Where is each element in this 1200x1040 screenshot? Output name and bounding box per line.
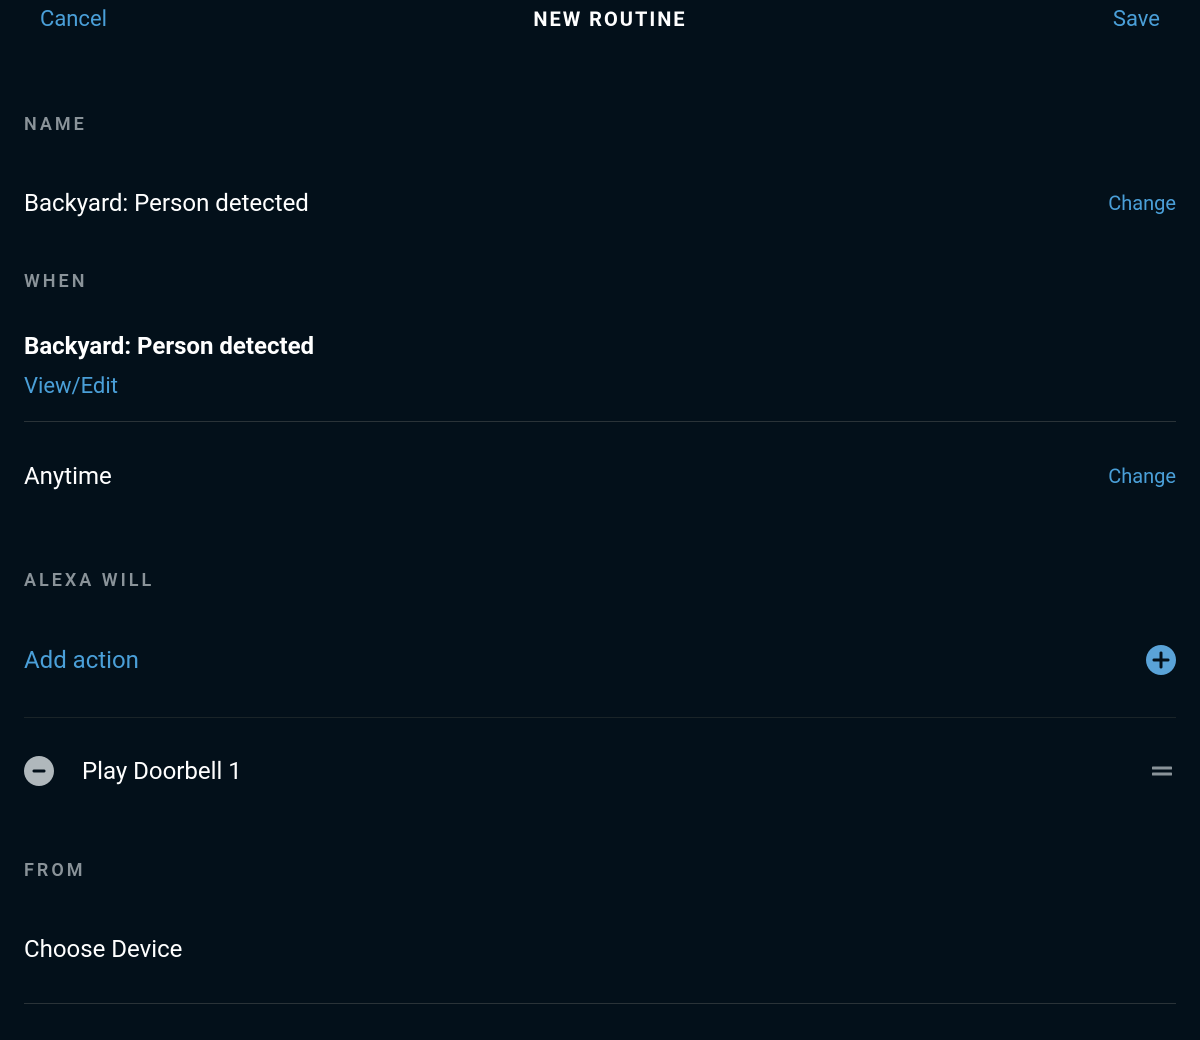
remove-action-icon[interactable] — [24, 756, 54, 786]
when-trigger-value: Backyard: Person detected — [24, 332, 1176, 360]
when-time-value: Anytime — [24, 462, 112, 490]
page-title: NEW ROUTINE — [533, 7, 686, 31]
save-button[interactable]: Save — [1113, 7, 1160, 32]
divider — [24, 717, 1176, 718]
alexa-will-section-label: ALEXA WILL — [24, 570, 1176, 591]
view-edit-link[interactable]: View/Edit — [24, 374, 118, 399]
choose-device-row[interactable]: Choose Device — [24, 935, 1176, 963]
drag-handle-icon[interactable] — [1152, 764, 1176, 778]
name-row[interactable]: Backyard: Person detected Change — [24, 189, 1176, 217]
cancel-button[interactable]: Cancel — [40, 7, 107, 32]
name-section-label: NAME — [24, 114, 1176, 135]
routine-name-value: Backyard: Person detected — [24, 189, 309, 217]
when-time-row[interactable]: Anytime Change — [24, 462, 1176, 490]
from-section-label: FROM — [24, 860, 1176, 881]
action-item[interactable]: Play Doorbell 1 — [24, 756, 1176, 786]
add-action-row[interactable]: Add action — [24, 645, 1176, 675]
change-name-link[interactable]: Change — [1108, 191, 1176, 215]
plus-icon[interactable] — [1146, 645, 1176, 675]
action-label: Play Doorbell 1 — [82, 757, 242, 785]
divider — [24, 1003, 1176, 1004]
header-bar: Cancel NEW ROUTINE Save — [0, 0, 1200, 36]
when-section-label: WHEN — [24, 271, 1176, 292]
divider — [24, 421, 1176, 422]
action-item-left: Play Doorbell 1 — [24, 756, 242, 786]
change-time-link[interactable]: Change — [1108, 464, 1176, 488]
add-action-label: Add action — [24, 646, 139, 674]
